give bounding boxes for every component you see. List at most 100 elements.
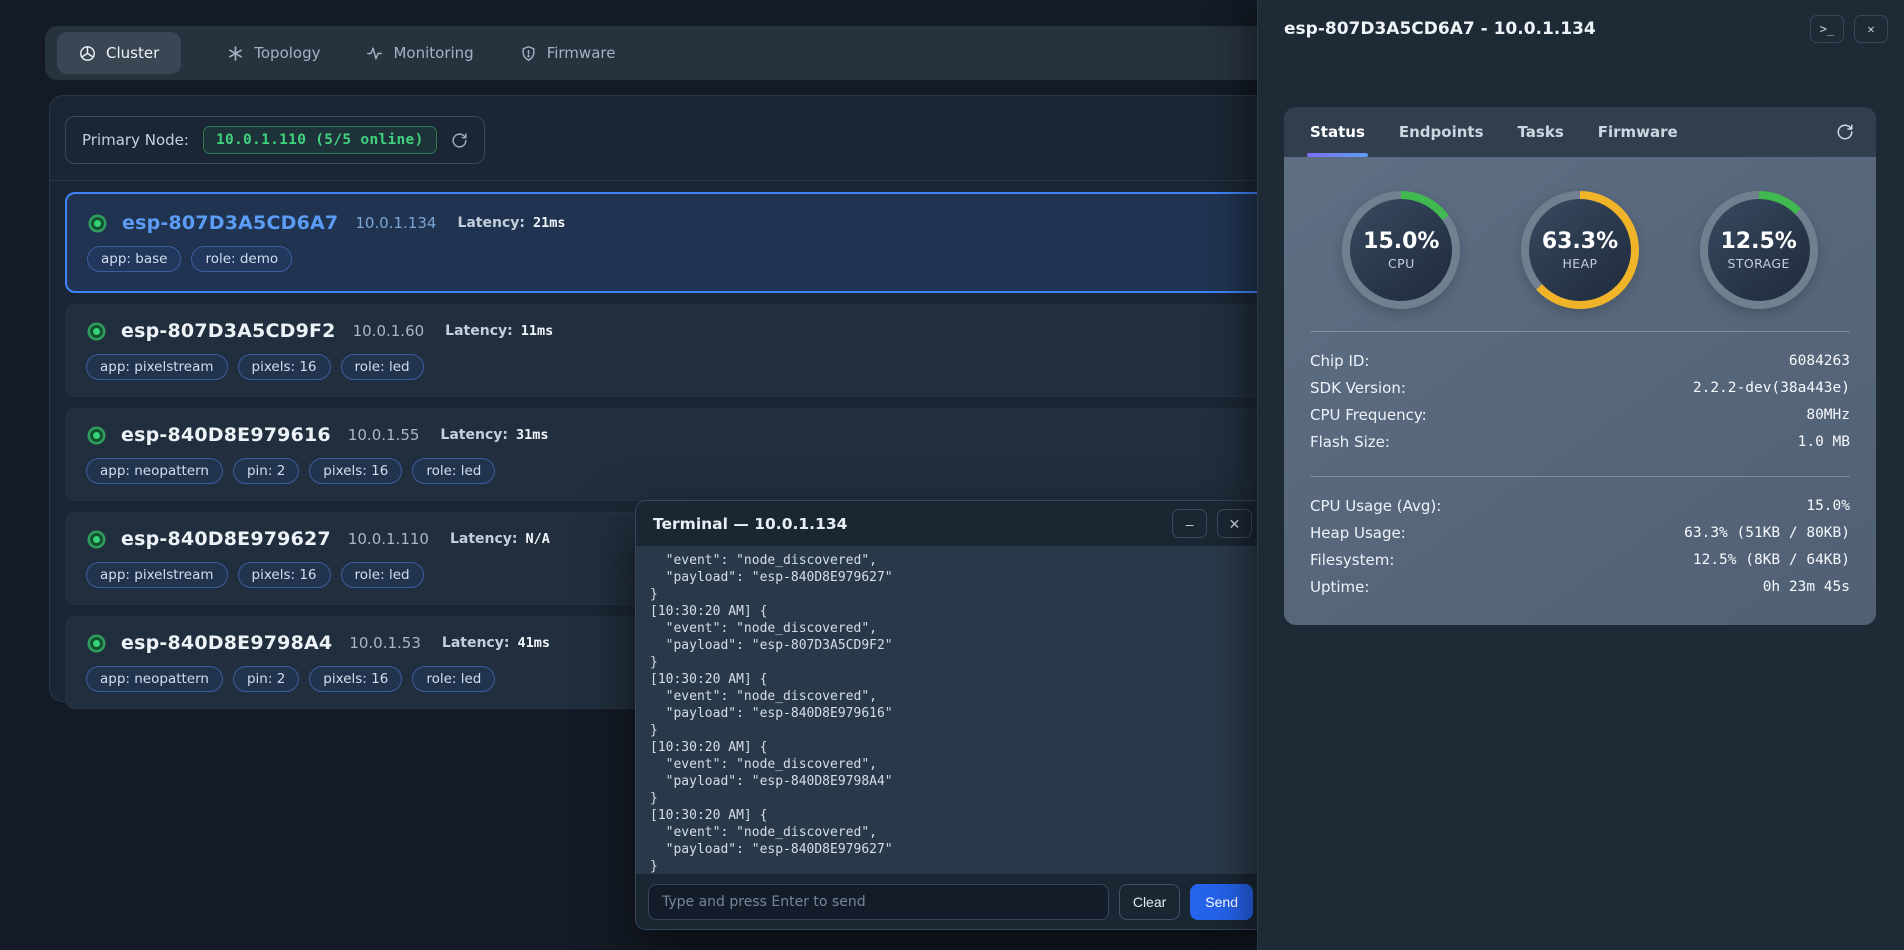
tab-label: Cluster (106, 44, 159, 62)
terminal-log-line: } (650, 654, 1251, 671)
latency-label: Latency: (442, 635, 510, 651)
tab-topology[interactable]: Topology (227, 44, 320, 62)
terminal-log-line: "event": "node_discovered", (650, 756, 1251, 773)
close-panel-button[interactable]: ✕ (1854, 15, 1888, 43)
node-tag: role: led (412, 666, 495, 692)
online-status-dot (90, 533, 103, 546)
tab-label: Monitoring (393, 44, 473, 62)
gauge-label: STORAGE (1727, 256, 1789, 271)
latency-label: Latency: (440, 427, 508, 443)
online-status-dot (90, 637, 103, 650)
gauge: 15.0% CPU (1342, 191, 1460, 309)
primary-node-label: Primary Node: (82, 131, 189, 149)
terminal-titlebar[interactable]: Terminal — 10.0.1.134 – ✕ (636, 501, 1265, 547)
stat-value: 63.3% (51KB / 80KB) (1684, 520, 1850, 547)
stat-value: 0h 23m 45s (1763, 574, 1850, 601)
close-button[interactable]: ✕ (1217, 509, 1252, 538)
refresh-nodes-button[interactable] (451, 132, 468, 149)
node-ip: 10.0.1.55 (348, 426, 420, 444)
stat-row: CPU Frequency: 80MHz (1310, 402, 1850, 429)
stat-label: Flash Size: (1310, 429, 1390, 456)
terminal-icon: >_ (1820, 22, 1834, 36)
refresh-status-button[interactable] (1836, 123, 1854, 141)
tab-status[interactable]: Status (1310, 107, 1365, 157)
stat-row: Chip ID: 6084263 (1310, 348, 1850, 375)
gauges-row: 15.0% CPU 63.3% HEAP 12.5% (1310, 181, 1850, 311)
node-name: esp-807D3A5CD6A7 (122, 212, 338, 234)
stat-label: SDK Version: (1310, 375, 1406, 402)
node-tag: pin: 2 (233, 666, 299, 692)
terminal-log-line: "payload": "esp-807D3A5CD9F2" (650, 637, 1251, 654)
divider (1310, 476, 1850, 477)
detail-panel-header: esp-807D3A5CD6A7 - 10.0.1.134 >_ ✕ (1258, 0, 1904, 58)
terminal-log-line: "event": "node_discovered", (650, 620, 1251, 637)
stat-row: Flash Size: 1.0 MB (1310, 429, 1850, 456)
status-card: Status Endpoints Tasks Firmware 15.0% CP… (1284, 107, 1876, 625)
gauge-face: 15.0% CPU (1350, 199, 1452, 301)
node-tag: role: led (341, 354, 424, 380)
node-tag: role: demo (191, 246, 292, 272)
refresh-icon (451, 132, 468, 149)
latency-label: Latency: (445, 323, 513, 339)
node-ip: 10.0.1.60 (353, 322, 425, 340)
tab-firmware[interactable]: Firmware (520, 44, 616, 62)
close-icon: ✕ (1229, 517, 1241, 531)
detail-panel-title: esp-807D3A5CD6A7 - 10.0.1.134 (1284, 19, 1800, 39)
stat-value: 1.0 MB (1798, 429, 1850, 456)
terminal-window: Terminal — 10.0.1.134 – ✕ "event": "node… (635, 500, 1266, 930)
latency-label: Latency: (457, 215, 525, 231)
primary-node-bar: Primary Node: 10.0.1.110 (5/5 online) (65, 116, 485, 164)
node-ip: 10.0.1.134 (355, 214, 436, 232)
stat-label: Chip ID: (1310, 348, 1369, 375)
minimize-icon: – (1186, 517, 1194, 531)
latency-label: Latency: (450, 531, 518, 547)
node-tag: app: base (87, 246, 181, 272)
stat-row: CPU Usage (Avg): 15.0% (1310, 493, 1850, 520)
tab-endpoints[interactable]: Endpoints (1399, 107, 1484, 157)
topology-icon (227, 45, 244, 62)
gauge-ring: 63.3% HEAP (1521, 191, 1639, 309)
tab-firmware[interactable]: Firmware (1598, 107, 1678, 157)
stat-value: 15.0% (1806, 493, 1850, 520)
gauge-label: HEAP (1562, 256, 1597, 271)
node-tag: pixels: 16 (309, 666, 402, 692)
stat-label: Filesystem: (1310, 547, 1394, 574)
latency-value: 31ms (516, 427, 549, 443)
primary-node-badge: 10.0.1.110 (5/5 online) (203, 126, 437, 154)
terminal-log-line: "payload": "esp-840D8E979627" (650, 569, 1251, 586)
tab-cluster[interactable]: Cluster (57, 32, 181, 74)
tab-tasks[interactable]: Tasks (1518, 107, 1564, 157)
stat-value: 2.2.2-dev(38a443e) (1693, 375, 1850, 402)
terminal-log[interactable]: "event": "node_discovered", "payload": "… (636, 547, 1265, 873)
terminal-log-line: [10:30:20 AM] { (650, 603, 1251, 620)
node-tag: pixels: 16 (238, 562, 331, 588)
open-terminal-button[interactable]: >_ (1810, 15, 1844, 43)
terminal-log-line: [10:30:20 AM] { (650, 807, 1251, 824)
firmware-icon (520, 45, 537, 62)
terminal-log-line: } (650, 586, 1251, 603)
node-tag: app: neopattern (86, 666, 223, 692)
latency-value: 21ms (533, 215, 566, 231)
tab-monitoring[interactable]: Monitoring (366, 44, 473, 62)
node-detail-panel: esp-807D3A5CD6A7 - 10.0.1.134 >_ ✕ Statu… (1257, 0, 1904, 950)
terminal-log-line: "event": "node_discovered", (650, 552, 1251, 569)
stat-row: Heap Usage: 63.3% (51KB / 80KB) (1310, 520, 1850, 547)
node-tag: app: pixelstream (86, 562, 228, 588)
node-tag: role: led (412, 458, 495, 484)
clear-button[interactable]: Clear (1119, 884, 1180, 920)
node-ip: 10.0.1.110 (348, 530, 429, 548)
gauge-ring: 15.0% CPU (1342, 191, 1460, 309)
terminal-log-line: [10:30:20 AM] { (650, 739, 1251, 756)
send-button[interactable]: Send (1190, 884, 1253, 920)
terminal-log-line: "payload": "esp-840D8E979616" (650, 705, 1251, 722)
node-tag: pixels: 16 (238, 354, 331, 380)
terminal-log-line: [10:30:20 AM] { (650, 671, 1251, 688)
node-name: esp-840D8E979627 (121, 528, 331, 550)
minimize-button[interactable]: – (1172, 509, 1207, 538)
stat-value: 80MHz (1806, 402, 1850, 429)
gauge-ring: 12.5% STORAGE (1700, 191, 1818, 309)
online-status-dot (90, 325, 103, 338)
online-status-dot (90, 429, 103, 442)
terminal-command-input[interactable] (648, 884, 1109, 920)
terminal-title: Terminal — 10.0.1.134 (653, 515, 1162, 533)
